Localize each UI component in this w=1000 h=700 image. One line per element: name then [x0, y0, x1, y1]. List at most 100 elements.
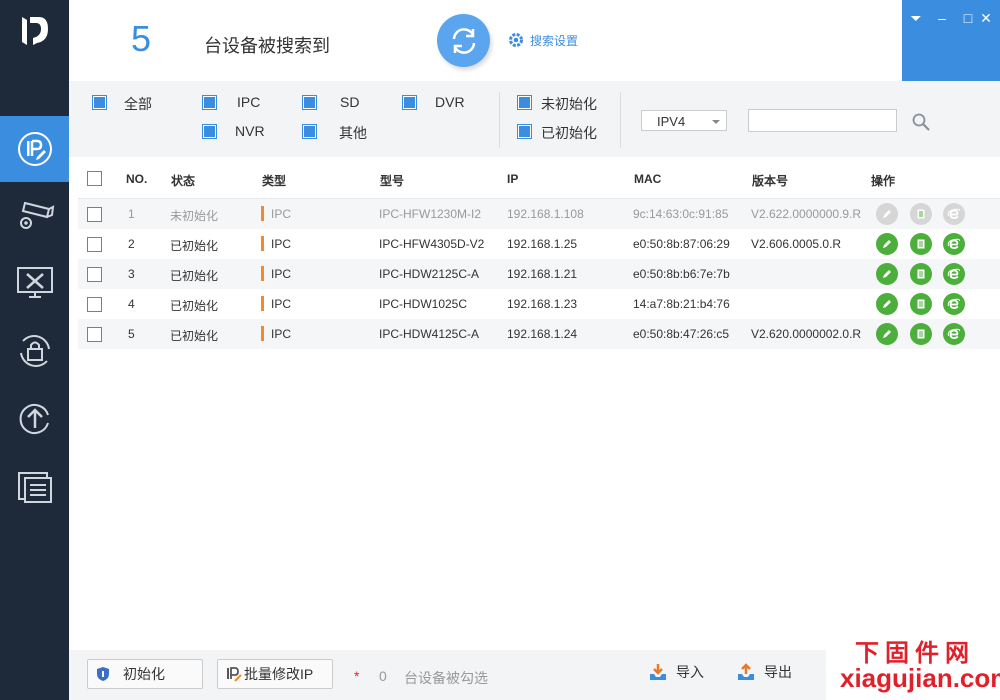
filter-other-label: 其他: [339, 125, 367, 141]
web-icon: [947, 327, 961, 341]
filter-dvr-checkbox[interactable]: [402, 95, 417, 110]
cell-no: 4: [128, 297, 135, 311]
cell-status: 已初始化: [170, 299, 219, 313]
export-label: 导出: [764, 664, 792, 680]
filter-ipc-checkbox[interactable]: [202, 95, 217, 110]
detail-button[interactable]: [910, 323, 932, 345]
upgrade-icon: [19, 404, 49, 434]
web-button[interactable]: [943, 323, 965, 345]
gear-icon: [509, 33, 523, 47]
filter-all-checkbox[interactable]: [92, 95, 107, 110]
chevron-down-icon: [712, 120, 720, 124]
detail-icon: [915, 298, 927, 310]
nav-password-reset[interactable]: [0, 318, 69, 384]
sidebar: [0, 0, 69, 700]
import-label: 导入: [676, 664, 704, 680]
detail-button[interactable]: [910, 263, 932, 285]
table-row[interactable]: 2 已初始化 IPC-HFW4305D-V2 192.168.1.25 e0:50:8b…: [78, 229, 1000, 259]
web-button[interactable]: [943, 263, 965, 285]
table-header: NO. 状态 类型 型号 IP MAC 版本号 操作: [78, 159, 1000, 199]
cell-model: IPC-HDW1025C: [379, 297, 468, 311]
filter-nvr-checkbox[interactable]: [202, 124, 217, 139]
cell-model: IPC-HDW4125C-A: [379, 327, 480, 341]
edit-button[interactable]: [876, 323, 898, 345]
detail-button[interactable]: [910, 233, 932, 255]
type-marker: [261, 206, 264, 221]
menu-button[interactable]: ⏷: [906, 8, 926, 28]
row-checkbox[interactable]: [87, 267, 102, 282]
cell-type: IPC: [271, 327, 292, 341]
close-button[interactable]: ✕: [976, 8, 996, 28]
nav-camera-settings[interactable]: [0, 182, 69, 248]
row-checkbox[interactable]: [87, 327, 102, 342]
shield-icon: [97, 667, 109, 681]
table-row[interactable]: 5 已初始化 IPC-HDW4125C-A 192.168.1.24 e0:50:8b:…: [78, 319, 1000, 349]
cell-type: IPC: [271, 297, 292, 311]
refresh-button[interactable]: [437, 14, 490, 67]
type-marker: [261, 326, 264, 341]
filter-sd-checkbox[interactable]: [302, 95, 317, 110]
col-ip: IP: [507, 172, 519, 186]
edit-button[interactable]: [876, 263, 898, 285]
cell-type: IPC: [271, 237, 292, 251]
search-input[interactable]: [748, 109, 897, 132]
cell-mac: 9c:14:63:0c:91:85: [633, 207, 729, 221]
col-model: 型号: [380, 174, 405, 188]
initialize-label: 初始化: [123, 666, 165, 682]
cell-ip: 192.168.1.23: [507, 297, 578, 311]
device-table: NO. 状态 类型 型号 IP MAC 版本号 操作 1 未初始化 IPC-HFW1…: [78, 159, 1000, 637]
ip-version-select[interactable]: IPV4: [641, 110, 727, 131]
col-mac: MAC: [634, 172, 662, 186]
web-button[interactable]: [943, 293, 965, 315]
ip-edit-icon: [227, 667, 242, 682]
cell-no: 2: [128, 237, 135, 251]
nav-upgrade[interactable]: [0, 386, 69, 452]
nav-ip-config[interactable]: [0, 116, 69, 182]
cell-status: 已初始化: [170, 269, 219, 283]
minimize-button[interactable]: –: [932, 8, 952, 28]
search-button[interactable]: [911, 112, 931, 132]
nav-device-list[interactable]: [0, 454, 69, 520]
edit-button[interactable]: [876, 293, 898, 315]
filter-uninit-checkbox[interactable]: [517, 95, 532, 110]
web-button: [943, 203, 965, 225]
batch-modify-ip-button[interactable]: 批量修改IP: [217, 659, 333, 689]
table-row[interactable]: 4 已初始化 IPC-HDW1025C 192.168.1.23 14:a7:8b:21…: [78, 289, 1000, 319]
row-checkbox[interactable]: [87, 297, 102, 312]
export-icon: [738, 663, 754, 680]
cell-ip: 192.168.1.21: [507, 267, 578, 281]
maximize-button[interactable]: □: [958, 8, 978, 28]
app-logo: [19, 14, 51, 48]
cell-mac: 14:a7:8b:21:b4:76: [633, 297, 730, 311]
initialize-button[interactable]: 初始化: [87, 659, 203, 689]
cell-status: 未初始化: [170, 209, 219, 223]
found-text: 台设备被搜索到: [204, 36, 330, 56]
web-button[interactable]: [943, 233, 965, 255]
search-settings-label: 搜索设置: [530, 33, 579, 48]
detail-icon: [915, 268, 927, 280]
edit-button[interactable]: [876, 233, 898, 255]
device-count: 5: [131, 18, 152, 59]
nav-device-config[interactable]: [0, 250, 69, 316]
filter-sd-label: SD: [340, 94, 360, 110]
edit-icon: [881, 298, 893, 310]
table-row[interactable]: 1 未初始化 IPC-HFW1230M-I2 192.168.1.108 9c:14:6…: [78, 199, 1000, 229]
camera-gear-icon: [19, 201, 54, 229]
col-actions: 操作: [871, 174, 896, 188]
import-button[interactable]: 导入: [649, 662, 704, 682]
search-settings-link[interactable]: 搜索设置: [507, 31, 578, 49]
row-checkbox[interactable]: [87, 207, 102, 222]
select-all-checkbox[interactable]: [87, 171, 102, 186]
table-row[interactable]: 3 已初始化 IPC-HDW2125C-A 192.168.1.21 e0:50:8b:…: [78, 259, 1000, 289]
export-button[interactable]: 导出: [737, 662, 792, 682]
filter-other-checkbox[interactable]: [302, 124, 317, 139]
filter-divider: [499, 92, 500, 148]
type-marker: [261, 296, 264, 311]
cell-mac: e0:50:8b:b6:7e:7b: [633, 267, 730, 281]
web-icon: [947, 297, 961, 311]
detail-button: [910, 203, 932, 225]
row-checkbox[interactable]: [87, 237, 102, 252]
cell-no: 1: [128, 207, 135, 221]
filter-init-checkbox[interactable]: [517, 124, 532, 139]
detail-button[interactable]: [910, 293, 932, 315]
